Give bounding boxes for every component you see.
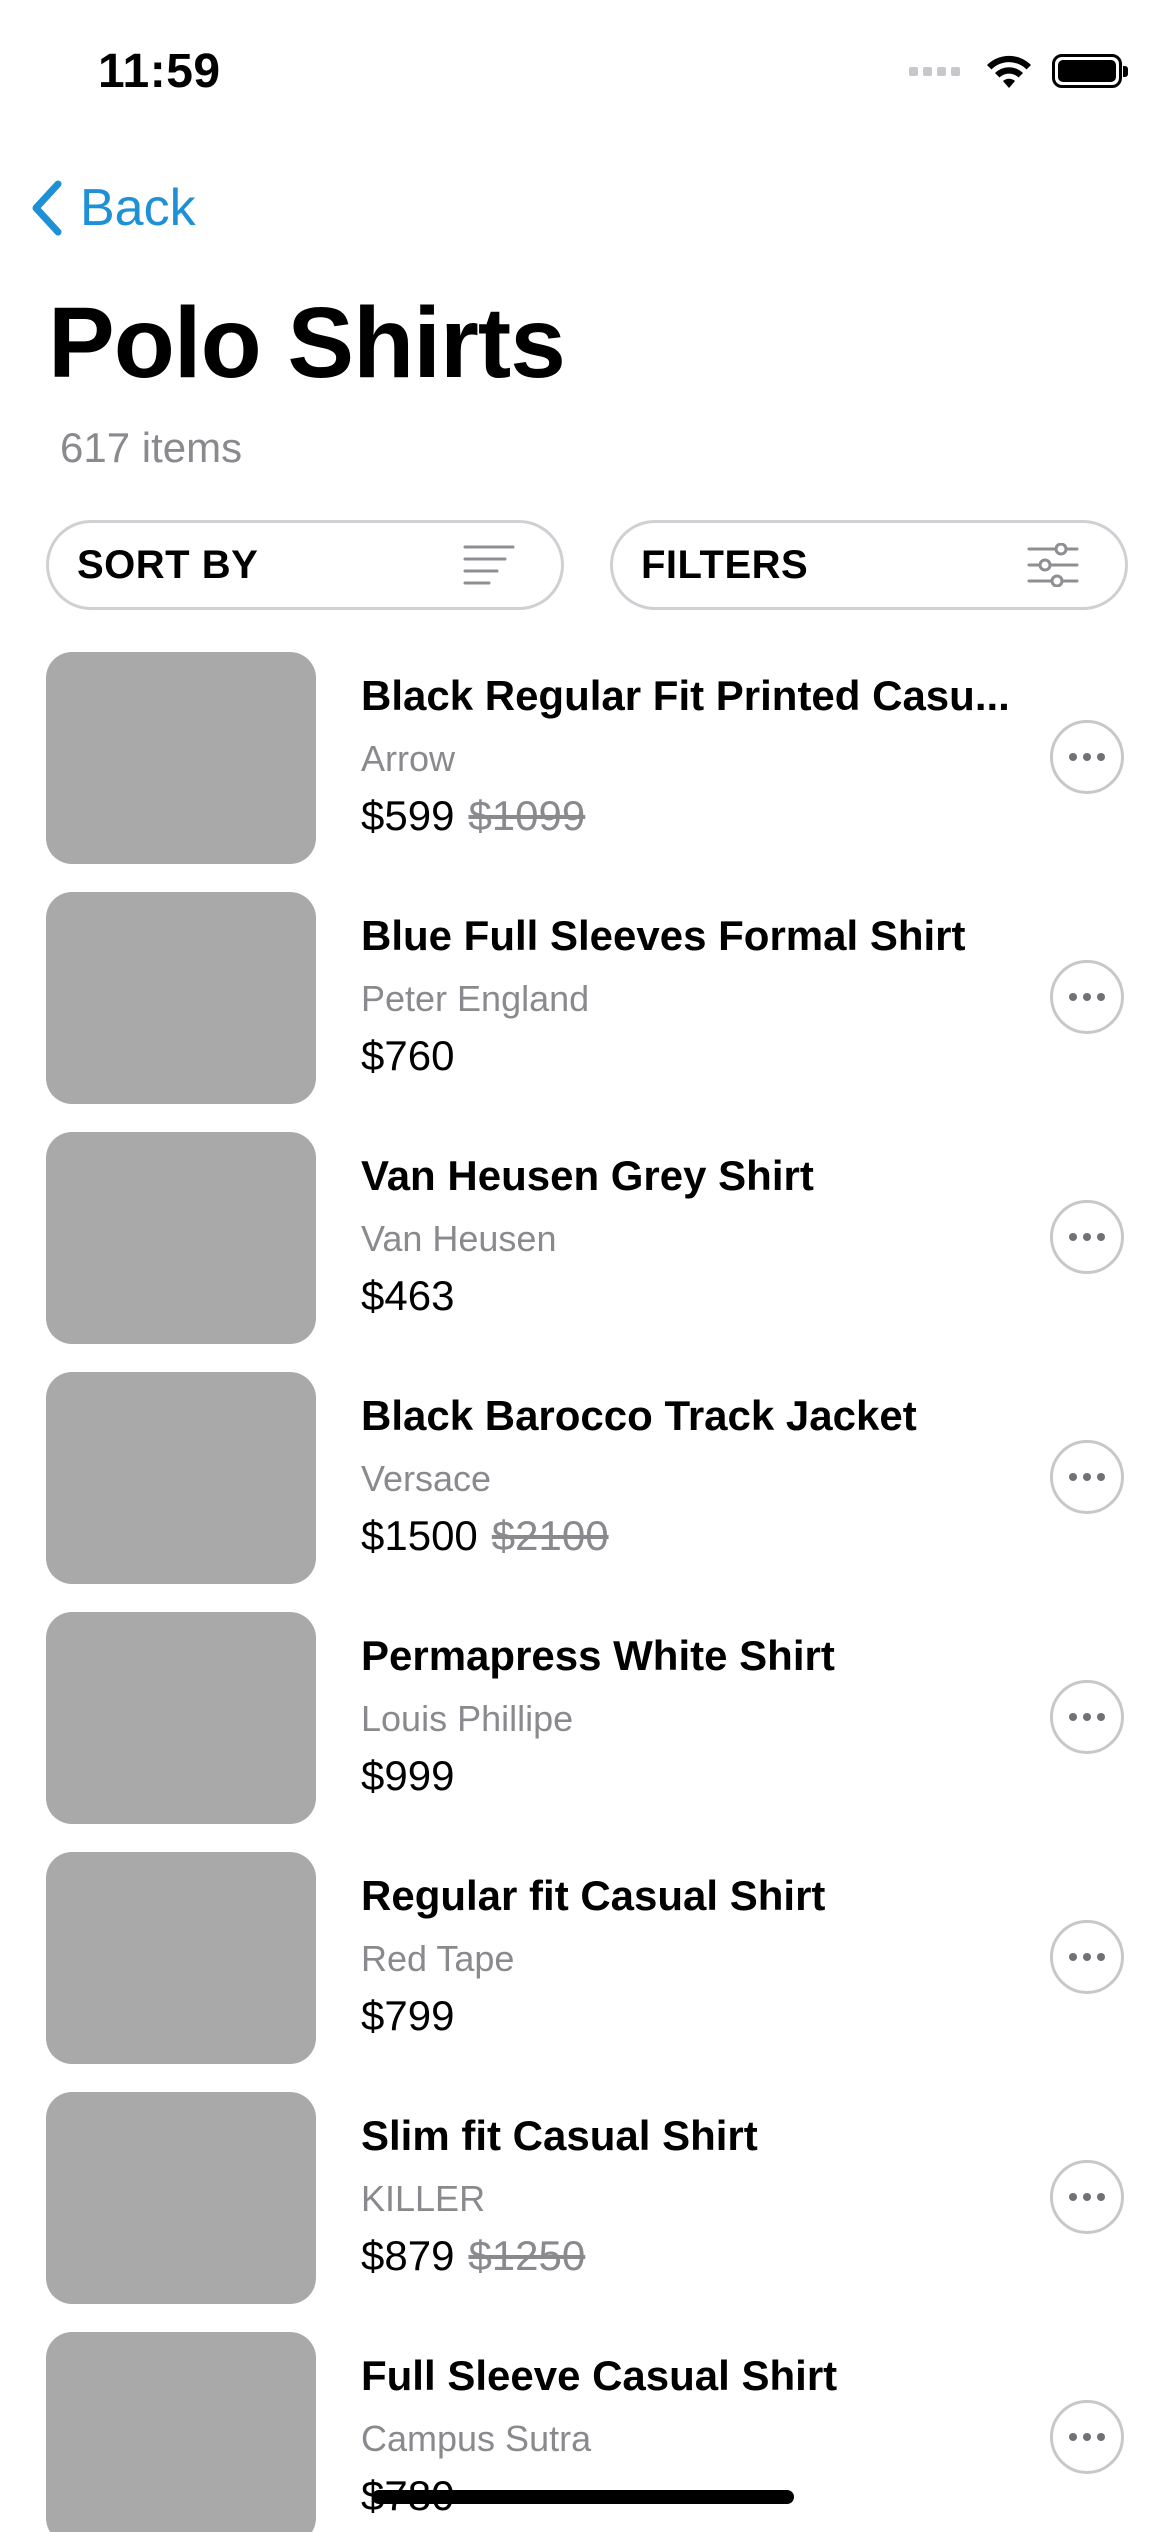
ellipsis-icon — [1069, 1233, 1077, 1241]
product-name: Slim fit Casual Shirt — [361, 2112, 758, 2159]
price-line: $999 — [361, 1752, 454, 1800]
ellipsis-icon — [1069, 2433, 1077, 2441]
sort-by-button[interactable]: SORT BY — [46, 520, 564, 610]
page-title: Polo Shirts — [48, 287, 566, 399]
product-brand: Versace — [361, 1458, 492, 1499]
signal-icon — [909, 66, 960, 76]
product-row[interactable]: Regular fit Casual Shirt Red Tape $799 — [0, 1852, 1170, 2064]
status-icons — [909, 52, 1128, 90]
price-line: $760 — [361, 1032, 454, 1080]
product-name: Black Regular Fit Printed Casu... — [361, 672, 1010, 719]
filters-label: FILTERS — [641, 542, 809, 587]
price-line: $1500 $2100 — [361, 1512, 609, 1560]
product-brand: Arrow — [361, 738, 456, 779]
wifi-icon — [987, 55, 1031, 88]
ellipsis-icon — [1069, 1953, 1077, 1961]
status-time: 11:59 — [98, 45, 221, 98]
more-options-button[interactable] — [1050, 1680, 1124, 1754]
product-row[interactable]: Black Barocco Track Jacket Versace $1500… — [0, 1372, 1170, 1584]
battery-icon — [1052, 54, 1128, 88]
product-image[interactable] — [46, 892, 316, 1104]
product-price: $999 — [361, 1752, 455, 1799]
more-options-button[interactable] — [1050, 1440, 1124, 1514]
back-button[interactable]: Back — [26, 176, 196, 240]
item-count: 617 items — [60, 424, 243, 471]
price-line: $599 $1099 — [361, 792, 585, 840]
ellipsis-icon — [1069, 1713, 1077, 1721]
ellipsis-icon — [1069, 753, 1077, 761]
ellipsis-icon — [1069, 1473, 1077, 1481]
sort-lines-icon — [463, 543, 515, 587]
product-row[interactable]: Permapress White Shirt Louis Phillipe $9… — [0, 1612, 1170, 1824]
product-row[interactable]: Slim fit Casual Shirt KILLER $879 $1250 — [0, 2092, 1170, 2304]
sliders-icon — [1027, 543, 1079, 587]
more-options-button[interactable] — [1050, 720, 1124, 794]
more-options-button[interactable] — [1050, 1920, 1124, 1994]
price-line: $879 $1250 — [361, 2232, 585, 2280]
product-name: Black Barocco Track Jacket — [361, 1392, 917, 1439]
product-row[interactable]: Van Heusen Grey Shirt Van Heusen $463 — [0, 1132, 1170, 1344]
product-image[interactable] — [46, 1852, 316, 2064]
product-price: $760 — [361, 1032, 455, 1079]
product-price: $799 — [361, 1992, 455, 2039]
product-original-price: $1250 — [468, 2232, 586, 2279]
more-options-button[interactable] — [1050, 960, 1124, 1034]
product-brand: Red Tape — [361, 1938, 515, 1979]
product-name: Permapress White Shirt — [361, 1632, 835, 1679]
product-image[interactable] — [46, 1372, 316, 1584]
sort-by-label: SORT BY — [77, 542, 259, 587]
more-options-button[interactable] — [1050, 2160, 1124, 2234]
product-name: Full Sleeve Casual Shirt — [361, 2352, 838, 2399]
ellipsis-icon — [1069, 993, 1077, 1001]
product-image[interactable] — [46, 1132, 316, 1344]
product-original-price: $2100 — [491, 1512, 609, 1559]
product-brand: Peter England — [361, 978, 590, 1019]
more-options-button[interactable] — [1050, 1200, 1124, 1274]
product-image[interactable] — [46, 2332, 316, 2532]
product-brand: KILLER — [361, 2178, 486, 2219]
product-name: Blue Full Sleeves Formal Shirt — [361, 912, 966, 959]
product-name: Van Heusen Grey Shirt — [361, 1152, 814, 1199]
back-label: Back — [80, 179, 196, 237]
product-name: Regular fit Casual Shirt — [361, 1872, 826, 1919]
product-price: $599 — [361, 792, 455, 839]
home-indicator[interactable] — [372, 2490, 794, 2504]
chevron-left-icon — [32, 180, 62, 236]
product-brand: Campus Sutra — [361, 2418, 592, 2459]
product-brand: Van Heusen — [361, 1218, 557, 1259]
product-image[interactable] — [46, 652, 316, 864]
price-line: $799 — [361, 1992, 454, 2040]
filters-button[interactable]: FILTERS — [610, 520, 1128, 610]
product-image[interactable] — [46, 2092, 316, 2304]
product-row[interactable]: Black Regular Fit Printed Casu... Arrow … — [0, 652, 1170, 864]
price-line: $463 — [361, 1272, 454, 1320]
product-image[interactable] — [46, 1612, 316, 1824]
status-bar: 11:59 — [0, 0, 1170, 150]
product-brand: Louis Phillipe — [361, 1698, 574, 1739]
product-row[interactable]: Blue Full Sleeves Formal Shirt Peter Eng… — [0, 892, 1170, 1104]
more-options-button[interactable] — [1050, 2400, 1124, 2474]
product-price: $463 — [361, 1272, 455, 1319]
product-original-price: $1099 — [468, 792, 586, 839]
ellipsis-icon — [1069, 2193, 1077, 2201]
product-price: $879 — [361, 2232, 455, 2279]
product-price: $1500 — [361, 1512, 478, 1559]
